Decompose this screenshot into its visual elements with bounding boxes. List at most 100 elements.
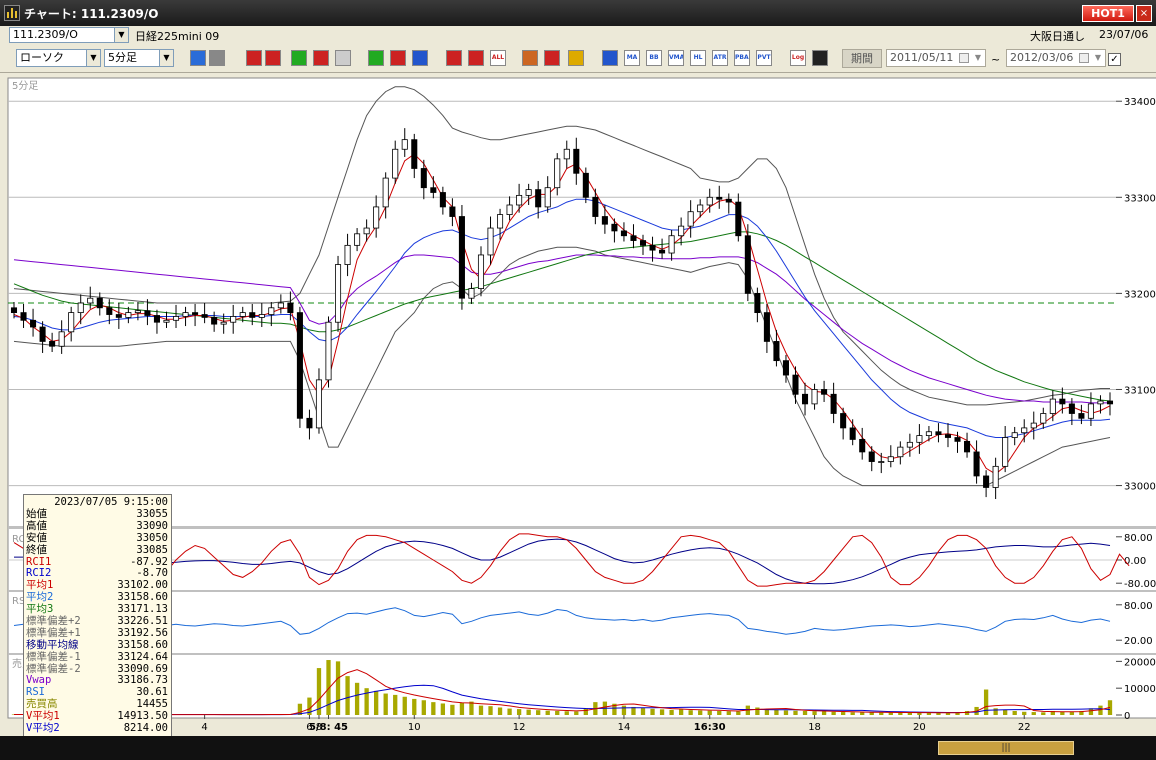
volume-bar xyxy=(698,710,703,715)
date-from-field[interactable]: 2011/05/11 ▼ xyxy=(886,49,986,67)
vmae-icon[interactable]: VMAE xyxy=(668,50,684,66)
candle-body xyxy=(659,249,666,254)
period-checkbox[interactable]: ✓ xyxy=(1108,53,1121,66)
calendar-icon[interactable] xyxy=(959,53,969,63)
scroll-thumb[interactable]: ||| xyxy=(938,741,1074,755)
candle-body xyxy=(201,314,208,318)
candle-body xyxy=(458,216,465,299)
magnify-icon[interactable] xyxy=(265,50,281,66)
interval-value: 5分足 xyxy=(108,51,137,64)
candle-body xyxy=(477,254,485,289)
candle-body xyxy=(220,321,227,325)
candle-body xyxy=(716,196,723,200)
candle-body xyxy=(868,451,875,462)
cursor-icon[interactable] xyxy=(390,50,406,66)
horizontal-scrollbar[interactable]: ||| xyxy=(0,736,1156,760)
date-to-field[interactable]: 2012/03/06 ▼ xyxy=(1006,49,1106,67)
all-icon[interactable]: ALL xyxy=(490,50,506,66)
candle-body xyxy=(1059,398,1066,405)
chart-area[interactable]: 33000 33100 33200 33300 33400 5分足 RCI 80.00 0.00… xyxy=(0,74,1156,760)
chevron-down-icon[interactable]: ▼ xyxy=(86,50,100,66)
palette-icon[interactable] xyxy=(568,50,584,66)
candle-body xyxy=(535,189,542,208)
pvt-icon[interactable]: PVT xyxy=(756,50,772,66)
hot-button[interactable]: HOT1 xyxy=(1082,5,1134,22)
volume-bar xyxy=(717,710,722,715)
candle-body xyxy=(296,312,303,419)
candle-body xyxy=(725,198,732,203)
bar-chart-icon[interactable] xyxy=(291,50,307,66)
candle xyxy=(296,306,303,428)
candle-body xyxy=(497,214,504,229)
rci-tick-label: 80.00 xyxy=(1124,533,1153,544)
bb-icon[interactable]: BB xyxy=(646,50,662,66)
rci-tick-label: -80.00 xyxy=(1124,579,1156,590)
log-icon[interactable]: Log xyxy=(790,50,806,66)
pencil-icon[interactable] xyxy=(368,50,384,66)
atr-icon[interactable]: ATR xyxy=(712,50,728,66)
undo-icon[interactable] xyxy=(412,50,428,66)
close-button[interactable]: × xyxy=(1136,5,1152,22)
price-tick-label: 33100 xyxy=(1124,385,1156,396)
period-button[interactable]: 期間 xyxy=(842,49,882,68)
volume-bar xyxy=(621,705,627,715)
arrows-icon[interactable] xyxy=(313,50,329,66)
candle-body xyxy=(821,389,828,395)
wrench-icon[interactable] xyxy=(544,50,560,66)
pbab-icon[interactable]: PBAB xyxy=(734,50,750,66)
info-key: 高値 xyxy=(26,519,47,532)
candle-body xyxy=(1068,403,1075,414)
candle-body xyxy=(39,326,46,342)
info-row: 標準偏差-1 33124.64 xyxy=(24,651,171,664)
download-icon[interactable] xyxy=(246,50,262,66)
candle-body xyxy=(1002,437,1009,467)
info-value: 33090 xyxy=(136,519,168,532)
price-panel-label: 5分足 xyxy=(12,80,38,92)
candle-body xyxy=(935,431,942,436)
info-value: 8214.00 xyxy=(123,722,168,735)
volume-bar xyxy=(707,710,712,715)
zoom-icon[interactable] xyxy=(190,50,206,66)
price-chart[interactable]: 33000331003320033300334005分足RCI 80.000.00… xyxy=(0,74,1156,736)
candle-body xyxy=(487,227,494,256)
volume-bar xyxy=(335,661,341,715)
volume-bar xyxy=(536,710,541,715)
delete-icon[interactable] xyxy=(468,50,484,66)
layout-icon[interactable] xyxy=(812,50,828,66)
calendar-icon[interactable] xyxy=(1079,53,1089,63)
chevron-down-icon[interactable]: ▼ xyxy=(971,50,985,66)
candle-body xyxy=(373,206,380,229)
volume-bar xyxy=(402,696,407,715)
candle-body xyxy=(630,235,637,241)
ma-icon[interactable]: MA xyxy=(624,50,640,66)
gear-icon[interactable] xyxy=(522,50,538,66)
candle-body xyxy=(1087,403,1094,419)
volume-bar xyxy=(564,711,569,715)
chart-type-select[interactable]: ローソク ▼ xyxy=(16,49,101,67)
candle-body xyxy=(30,319,37,328)
hl-icon[interactable]: HL xyxy=(690,50,706,66)
info-panel: 2023/07/05 9:15:00 始値 33055 高値 33090 安値 33050… xyxy=(23,494,172,760)
candle-body xyxy=(754,292,761,314)
volume-bar xyxy=(1041,712,1046,715)
insert-icon[interactable] xyxy=(446,50,462,66)
interval-select[interactable]: 5分足 ▼ xyxy=(104,49,174,67)
candle-body xyxy=(763,312,770,342)
chevron-down-icon[interactable]: ▼ xyxy=(1091,50,1105,66)
warning-icon[interactable] xyxy=(335,50,351,66)
chevron-down-icon[interactable]: ▼ xyxy=(159,50,173,66)
volume-bar xyxy=(640,708,646,715)
volume-bar xyxy=(516,709,522,715)
candle-body xyxy=(563,148,570,160)
info-value: 33085 xyxy=(136,543,168,556)
volume-bar xyxy=(755,707,760,715)
symbol-select[interactable]: 111.2309/O ▼ xyxy=(9,27,129,43)
x-tick-label: 22 xyxy=(1018,722,1031,733)
chevron-down-icon[interactable]: ▼ xyxy=(114,28,128,42)
candles-icon[interactable] xyxy=(602,50,618,66)
rsi-tick-label: 20.00 xyxy=(1124,636,1153,647)
volume-bar xyxy=(983,689,989,715)
candle-body xyxy=(287,302,294,314)
volume-bar xyxy=(574,711,579,715)
crosshair-icon[interactable] xyxy=(209,50,225,66)
